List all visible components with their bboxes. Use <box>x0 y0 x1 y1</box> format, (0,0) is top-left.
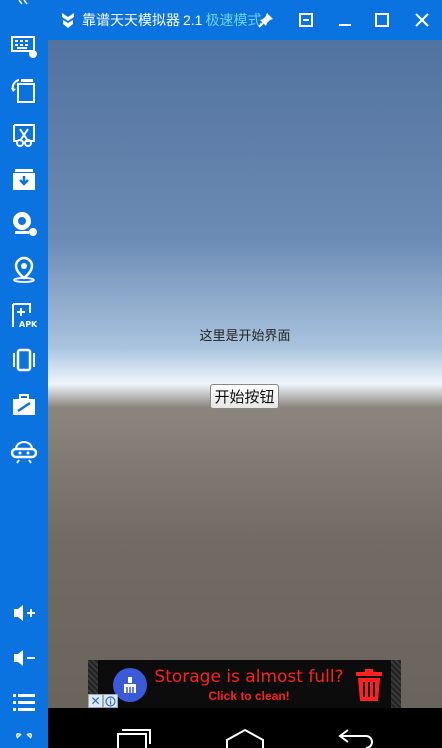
ad-headline: Storage is almost full? <box>154 667 344 687</box>
fullscreen-icon <box>16 733 32 739</box>
install-button[interactable] <box>8 164 40 196</box>
ad-close-button[interactable]: ✕ <box>88 694 103 708</box>
home-button[interactable] <box>225 728 265 748</box>
keyboard-button[interactable] <box>8 30 40 62</box>
back-button[interactable] <box>336 728 376 748</box>
shake-icon <box>13 348 35 372</box>
volume-down-button[interactable] <box>8 642 40 674</box>
volume-down-icon <box>14 650 35 666</box>
apk-install-icon: APK <box>12 303 38 329</box>
camera-button[interactable] <box>8 208 40 240</box>
android-nav-bar <box>48 708 442 748</box>
rotate-screen-button[interactable] <box>8 74 40 106</box>
pin-button[interactable] <box>254 8 278 32</box>
apk-label: APK <box>19 320 38 329</box>
start-screen-label: 这里是开始界面 <box>199 328 291 343</box>
close-button[interactable] <box>410 8 434 32</box>
ad-banner[interactable]: Storage is almost full? Click to clean! <box>88 660 401 708</box>
keyboard-icon <box>11 36 37 58</box>
collapse-arrows-icon[interactable] <box>12 0 34 8</box>
menu-button[interactable] <box>8 686 40 718</box>
trash-icon <box>356 669 382 701</box>
apk-install-button[interactable]: APK <box>8 299 40 331</box>
minimize-button[interactable] <box>333 8 357 32</box>
location-button[interactable] <box>8 253 40 285</box>
volume-up-button[interactable] <box>8 597 40 629</box>
emulator-screen[interactable]: 这里是开始界面 开始按钮 <box>48 40 442 708</box>
ad-info-button[interactable] <box>103 694 118 708</box>
recent-apps-button[interactable] <box>114 728 154 748</box>
cleaner-app-icon <box>113 668 147 702</box>
install-icon <box>13 169 35 190</box>
info-icon <box>105 695 116 707</box>
maximize-icon <box>375 13 389 27</box>
fullscreen-button[interactable] <box>8 728 40 748</box>
back-icon <box>338 729 373 748</box>
maximize-button[interactable] <box>370 8 394 32</box>
title-bar: 靠谱天天模拟器 2.1 极速模式 <box>48 0 442 40</box>
rotate-screen-icon <box>11 79 35 103</box>
sidebar: APK <box>0 0 48 748</box>
window-title: 靠谱天天模拟器 <box>82 12 180 28</box>
app-logo-icon <box>58 10 78 30</box>
window-mode-button[interactable] <box>294 8 318 32</box>
robot-icon <box>10 441 38 464</box>
volume-up-icon <box>14 605 35 621</box>
toolbox-button[interactable] <box>8 389 40 421</box>
minimize-icon <box>339 24 351 26</box>
toolbox-icon <box>13 394 35 415</box>
shake-button[interactable] <box>8 344 40 376</box>
robot-button[interactable] <box>8 434 40 466</box>
screenshot-button[interactable] <box>8 119 40 151</box>
home-icon <box>226 728 264 748</box>
recent-apps-icon <box>117 729 151 748</box>
window-version: 2.1 <box>183 12 203 28</box>
start-button[interactable]: 开始按钮 <box>210 384 279 409</box>
screenshot-icon <box>13 124 35 147</box>
close-icon <box>415 13 429 27</box>
ad-subline: Click to clean! <box>208 689 290 703</box>
location-icon <box>13 256 35 283</box>
menu-icon <box>13 694 35 711</box>
window-mode-icon <box>299 13 313 27</box>
camera-icon <box>13 212 37 236</box>
pin-icon <box>258 13 273 28</box>
